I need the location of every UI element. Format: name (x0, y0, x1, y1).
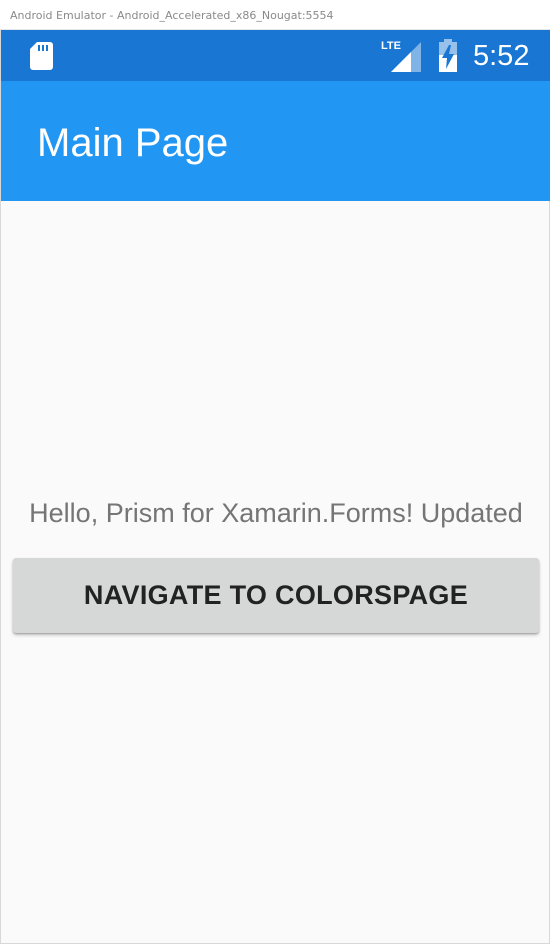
navigate-to-colorspage-button[interactable]: NAVIGATE TO COLORSPAGE (13, 558, 539, 633)
app-bar: Main Page (1, 81, 550, 201)
emulator-window-titlebar: Android Emulator - Android_Accelerated_x… (0, 0, 550, 30)
status-time: 5:52 (473, 40, 530, 72)
lte-signal-icon: LTE (381, 40, 421, 72)
page-title: Main Page (37, 121, 229, 165)
battery-charging-icon (439, 39, 457, 72)
emulator-window-title: Android Emulator - Android_Accelerated_x… (10, 9, 334, 22)
sd-card-icon (30, 42, 53, 70)
greeting-label: Hello, Prism for Xamarin.Forms! Updated (29, 498, 523, 528)
status-bar: LTE 5:52 (1, 30, 550, 81)
lte-label: LTE (381, 40, 401, 52)
main-content: Hello, Prism for Xamarin.Forms! Updated … (1, 201, 550, 944)
device-screen: LTE 5:52 Main Page Hello, Prism for Xama… (0, 30, 550, 944)
